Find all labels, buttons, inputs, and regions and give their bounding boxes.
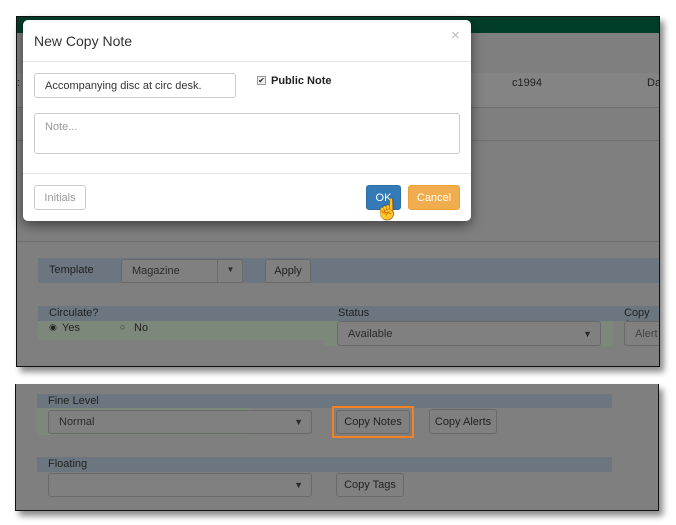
note-title-value: Accompanying disc at circ desk. — [45, 79, 202, 92]
circulate-label: Circulate? — [49, 307, 99, 319]
floating-select[interactable]: ▼ — [48, 473, 312, 497]
template-value: Magazine — [132, 265, 180, 277]
fine-level-value: Normal — [59, 416, 95, 428]
yes-label: Yes — [62, 322, 80, 334]
floating-label: Floating — [48, 458, 88, 470]
note-placeholder: Note... — [45, 121, 78, 133]
public-note-checkbox[interactable]: ✔ — [257, 76, 266, 85]
public-note-label: Public Note — [271, 75, 332, 87]
alert-placeholder: Alert — [635, 327, 658, 340]
cancel-button[interactable]: Cancel — [408, 185, 460, 210]
initials-input[interactable]: Initials — [34, 185, 86, 210]
new-copy-note-modal: New Copy Note × Accompanying disc at cir… — [23, 20, 471, 221]
caret-down-icon: ▼ — [583, 328, 592, 339]
status-value: Available — [348, 327, 393, 340]
circulate-row — [38, 321, 332, 340]
caret-down-icon: ▼ — [294, 480, 303, 490]
caret-down-icon: ▼ — [294, 417, 303, 427]
caret-down-icon[interactable]: ▼ — [217, 259, 243, 283]
cut-text: Da — [647, 77, 660, 89]
no-label: No — [134, 322, 149, 334]
no-radio[interactable]: ○ — [120, 322, 125, 332]
template-label: Template — [49, 264, 94, 276]
hand-cursor-icon: ☝ — [375, 199, 400, 221]
copy-alerts-button[interactable]: Copy Alerts — [429, 409, 497, 434]
copy-tags-button[interactable]: Copy Tags — [336, 473, 404, 497]
divider — [23, 61, 471, 62]
divider — [23, 173, 471, 174]
status-select[interactable]: Available ▼ — [337, 321, 601, 346]
row-colon: : — [17, 77, 21, 89]
floating-bar — [37, 457, 612, 472]
yes-radio[interactable]: ◉ — [49, 322, 57, 333]
bottom-panel: Fine Level Normal ▼ Copy Notes Copy Alert… — [15, 384, 659, 511]
fine-level-bar — [37, 394, 612, 408]
status-label: Status — [338, 307, 370, 319]
divider — [17, 241, 659, 242]
fine-level-select[interactable]: Normal ▼ — [48, 410, 312, 434]
apply-button[interactable]: Apply — [265, 259, 311, 283]
copy-notes-button[interactable]: Copy Notes — [336, 410, 410, 434]
year-text: c1994 — [512, 77, 542, 89]
modal-title: New Copy Note — [34, 33, 133, 49]
fine-level-label: Fine Level — [48, 395, 99, 407]
note-textarea[interactable]: Note... — [34, 113, 460, 154]
note-title-input[interactable]: Accompanying disc at circ desk. — [34, 73, 236, 98]
close-icon[interactable]: × — [451, 27, 460, 44]
alert-input[interactable]: Alert — [624, 321, 659, 346]
template-select[interactable]: Magazine ▼ — [121, 259, 243, 283]
